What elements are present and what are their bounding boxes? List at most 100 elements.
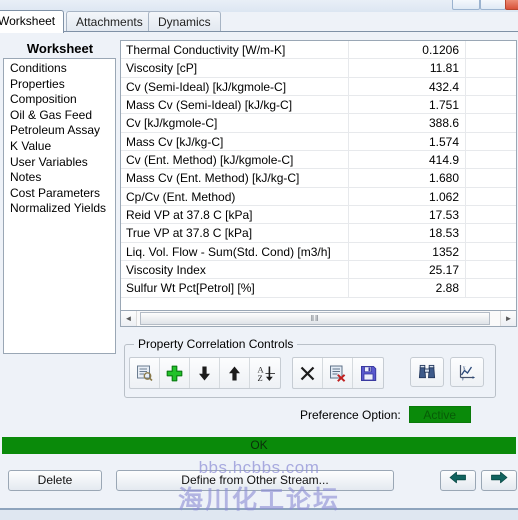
sidebar-item-oil-gas-feed[interactable]: Oil & Gas Feed	[8, 108, 115, 124]
sidebar-item-conditions[interactable]: Conditions	[8, 61, 115, 77]
scrollbar-track[interactable]: ‖‖	[136, 311, 501, 326]
property-name-cell[interactable]: Mass Cv (Ent. Method) [kJ/kg-C]	[121, 169, 349, 187]
property-name-cell[interactable]: Cv (Ent. Method) [kJ/kgmole-C]	[121, 151, 349, 169]
property-name-cell[interactable]: True VP at 37.8 C [kPa]	[121, 224, 349, 242]
table-row[interactable]: Mass Cv (Ent. Method) [kJ/kg-C] 1.680	[121, 169, 516, 188]
table-row[interactable]: Reid VP at 37.8 C [kPa] 17.53	[121, 206, 516, 225]
property-extra-cell[interactable]	[466, 96, 516, 113]
table-row[interactable]: Liq. Vol. Flow - Sum(Std. Cond) [m3/h] 13…	[121, 242, 516, 262]
property-name-cell[interactable]: Thermal Conductivity [W/m-K]	[121, 41, 349, 59]
preference-option-status-badge[interactable]: Active	[408, 406, 471, 423]
property-extra-cell[interactable]	[466, 133, 516, 150]
property-name-cell[interactable]: Sulfur Wt Pct[Petrol] [%]	[121, 279, 349, 297]
property-name-cell[interactable]: Cp/Cv (Ent. Method)	[121, 187, 349, 206]
view-properties-icon[interactable]	[130, 358, 160, 388]
property-extra-cell[interactable]	[466, 151, 516, 168]
table-row[interactable]: Sulfur Wt Pct[Petrol] [%] 2.88	[121, 279, 516, 298]
property-value-cell[interactable]: 1.680	[349, 169, 466, 187]
property-extra-cell[interactable]	[466, 114, 516, 131]
property-extra-cell[interactable]	[466, 243, 516, 260]
previous-button[interactable]	[440, 470, 476, 491]
move-up-icon[interactable]	[220, 358, 250, 388]
sidebar-item-label: User Variables	[10, 154, 88, 169]
property-name-cell[interactable]: Mass Cv (Semi-Ideal) [kJ/kg-C]	[121, 96, 349, 114]
table-row[interactable]: True VP at 37.8 C [kPa] 18.53	[121, 224, 516, 243]
svg-text:y: y	[462, 378, 465, 381]
scroll-right-arrow-icon[interactable]: ►	[501, 311, 516, 326]
property-extra-cell[interactable]	[466, 261, 516, 278]
property-extra-cell[interactable]	[466, 169, 516, 186]
table-row[interactable]: Cp/Cv (Ent. Method) 1.062	[121, 187, 516, 207]
table-row[interactable]: Viscosity Index 25.17	[121, 261, 516, 280]
table-row[interactable]: Cv (Semi-Ideal) [kJ/kgmole-C] 432.4	[121, 77, 516, 97]
maximize-button[interactable]	[480, 0, 506, 10]
window-bottom-edge	[0, 508, 518, 520]
property-value-cell[interactable]: 1.574	[349, 132, 466, 151]
scroll-left-arrow-icon[interactable]: ◄	[121, 311, 136, 326]
plot-chart-icon[interactable]: x y	[450, 357, 484, 387]
property-value-cell[interactable]: 25.17	[349, 261, 466, 279]
property-name-cell[interactable]: Cv (Semi-Ideal) [kJ/kgmole-C]	[121, 77, 349, 96]
table-row[interactable]: Cv [kJ/kgmole-C] 388.6	[121, 114, 516, 133]
define-from-other-stream-button[interactable]: Define from Other Stream...	[116, 470, 394, 491]
property-name-cell[interactable]: Mass Cv [kJ/kg-C]	[121, 132, 349, 151]
property-name-cell[interactable]: Liq. Vol. Flow - Sum(Std. Cond) [m3/h]	[121, 242, 349, 261]
property-name-cell[interactable]: Viscosity [cP]	[121, 59, 349, 77]
property-extra-cell[interactable]	[466, 224, 516, 241]
property-extra-cell[interactable]	[466, 188, 516, 205]
property-value-cell[interactable]: 414.9	[349, 151, 466, 169]
sort-az-icon[interactable]: A Z	[250, 358, 280, 388]
tab-dynamics[interactable]: Dynamics	[148, 11, 221, 32]
property-name-cell[interactable]: Viscosity Index	[121, 261, 349, 279]
property-extra-cell[interactable]	[466, 41, 516, 58]
property-value-cell[interactable]: 0.1206	[349, 41, 466, 59]
clear-all-icon[interactable]	[323, 358, 353, 388]
delete-x-icon[interactable]	[293, 358, 323, 388]
property-extra-cell[interactable]	[466, 59, 516, 76]
toolbar-group-edit: A Z	[129, 357, 281, 389]
tab-attachments[interactable]: Attachments	[66, 11, 153, 32]
sidebar-item-k-value[interactable]: K Value	[8, 139, 115, 155]
property-value-cell[interactable]: 1352	[349, 242, 466, 261]
save-disk-icon[interactable]	[353, 358, 383, 388]
sidebar-item-label: Normalized Yields	[10, 201, 107, 216]
arrow-left-icon	[449, 471, 467, 490]
property-value-cell[interactable]: 388.6	[349, 114, 466, 132]
property-value-cell[interactable]: 2.88	[349, 279, 466, 297]
next-button[interactable]	[481, 470, 517, 491]
property-value-cell[interactable]: 1.751	[349, 96, 466, 114]
sidebar-item-normalized-yields[interactable]: Normalized Yields	[8, 201, 115, 217]
horizontal-scrollbar[interactable]: ◄ ‖‖ ►	[120, 310, 517, 327]
sidebar-item-notes[interactable]: Notes	[8, 170, 115, 186]
property-value-cell[interactable]: 432.4	[349, 77, 466, 96]
property-value-cell[interactable]: 18.53	[349, 224, 466, 242]
property-value-cell[interactable]: 11.81	[349, 59, 466, 77]
table-row[interactable]: Mass Cv [kJ/kg-C] 1.574	[121, 132, 516, 152]
close-button[interactable]	[505, 0, 518, 10]
sidebar-item-user-variables[interactable]: User Variables	[8, 155, 115, 171]
add-plus-icon[interactable]	[160, 358, 190, 388]
tab-worksheet[interactable]: Worksheet	[0, 10, 64, 33]
property-extra-cell[interactable]	[466, 78, 516, 95]
delete-button[interactable]: Delete	[8, 470, 102, 491]
property-name-cell[interactable]: Reid VP at 37.8 C [kPa]	[121, 206, 349, 224]
sidebar-item-composition[interactable]: Composition	[8, 92, 115, 108]
sidebar-item-petroleum-assay[interactable]: Petroleum Assay	[8, 123, 115, 139]
property-value-cell[interactable]: 1.062	[349, 187, 466, 206]
sidebar-item-cost-parameters[interactable]: Cost Parameters	[8, 186, 115, 202]
property-extra-cell[interactable]	[466, 206, 516, 223]
table-row[interactable]: Cv (Ent. Method) [kJ/kgmole-C] 414.9	[121, 151, 516, 170]
table-row[interactable]: Thermal Conductivity [W/m-K] 0.1206	[121, 41, 516, 60]
scrollbar-thumb[interactable]: ‖‖	[140, 312, 490, 325]
sidebar-item-properties[interactable]: Properties	[8, 77, 115, 93]
arrow-right-icon	[490, 471, 508, 490]
table-row[interactable]: Mass Cv (Semi-Ideal) [kJ/kg-C] 1.751	[121, 96, 516, 115]
property-name-cell[interactable]: Cv [kJ/kgmole-C]	[121, 114, 349, 132]
property-value-cell[interactable]: 17.53	[349, 206, 466, 224]
table-row[interactable]: Viscosity [cP] 11.81	[121, 59, 516, 78]
binoculars-search-icon[interactable]	[410, 357, 444, 387]
properties-table[interactable]: Thermal Conductivity [W/m-K] 0.1206 Viscos…	[120, 40, 517, 326]
move-down-icon[interactable]	[190, 358, 220, 388]
minimize-button[interactable]	[452, 0, 480, 10]
property-extra-cell[interactable]	[466, 279, 516, 296]
